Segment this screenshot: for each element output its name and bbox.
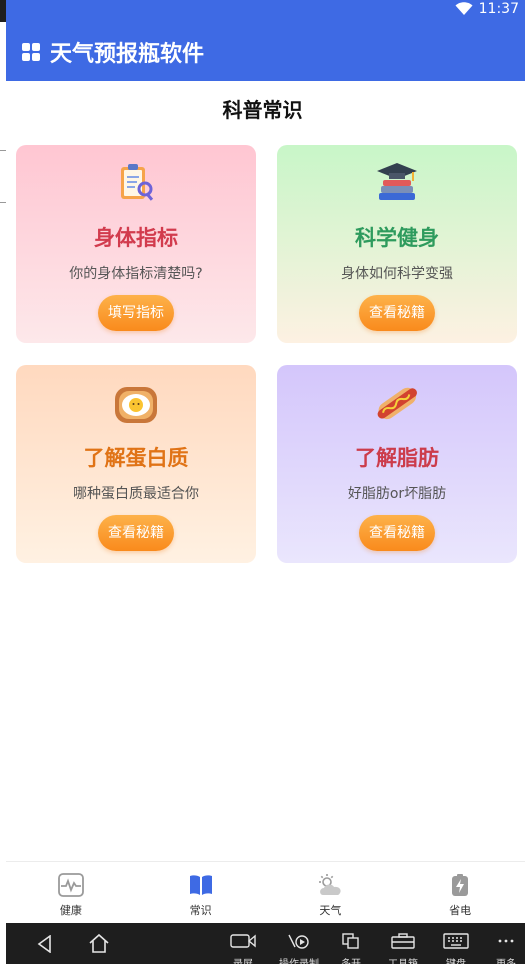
tool-label: 操作录制 bbox=[279, 955, 319, 964]
tab-power-saving[interactable]: 省电 bbox=[395, 862, 525, 923]
tool-label: 工具箱 bbox=[383, 955, 423, 964]
app-screen: 11:37 天气预报瓶软件 科普常识 身体指标 你的身体指标清楚吗? 填写指标 … bbox=[0, 0, 525, 964]
toolbox-icon bbox=[391, 933, 415, 949]
tab-label: 省电 bbox=[449, 904, 472, 917]
system-navigation-bar: 录屏 操作录制 多开 工具箱 键盘 更多 bbox=[6, 923, 525, 964]
status-time: 11:37 bbox=[478, 1, 519, 17]
tab-health[interactable]: 健康 bbox=[6, 862, 136, 923]
bottom-tab-bar: 健康 常识 天气 省电 bbox=[6, 861, 525, 923]
tab-label: 常识 bbox=[189, 904, 212, 917]
app-title: 天气预报瓶软件 bbox=[50, 42, 205, 67]
multi-open-tool[interactable]: 多开 bbox=[331, 933, 371, 964]
back-icon[interactable] bbox=[36, 934, 54, 957]
weather-icon bbox=[317, 872, 343, 898]
battery-icon bbox=[447, 872, 473, 898]
view-guide-button[interactable]: 查看秘籍 bbox=[98, 515, 174, 551]
card-title: 了解脂肪 bbox=[355, 446, 439, 470]
tab-label: 健康 bbox=[59, 904, 82, 917]
card-fitness[interactable]: 科学健身 身体如何科学变强 查看秘籍 bbox=[277, 145, 517, 343]
card-protein[interactable]: 了解蛋白质 哪种蛋白质最适合你 查看秘籍 bbox=[16, 365, 256, 563]
card-subtitle: 好脂肪or坏脂肪 bbox=[347, 486, 447, 502]
status-bar: 11:37 bbox=[455, 0, 519, 18]
background-divider bbox=[0, 202, 6, 203]
card-fat[interactable]: 了解脂肪 好脂肪or坏脂肪 查看秘籍 bbox=[277, 365, 517, 563]
view-guide-button[interactable]: 查看秘籍 bbox=[359, 515, 435, 551]
books-graduation-cap-icon bbox=[277, 159, 517, 207]
record-icon bbox=[288, 934, 309, 949]
section-title: 科普常识 bbox=[222, 98, 303, 122]
more-icon bbox=[498, 939, 514, 943]
background-app-edge bbox=[0, 0, 6, 964]
operation-record-tool[interactable]: 操作录制 bbox=[279, 933, 319, 964]
card-title: 身体指标 bbox=[94, 226, 178, 250]
tool-label: 多开 bbox=[331, 955, 371, 964]
hotdog-icon bbox=[277, 379, 517, 427]
egg-toast-icon bbox=[16, 379, 256, 427]
card-subtitle: 你的身体指标清楚吗? bbox=[69, 266, 203, 282]
tab-weather[interactable]: 天气 bbox=[266, 862, 396, 923]
health-monitor-icon bbox=[57, 872, 84, 898]
tool-label: 键盘 bbox=[436, 955, 476, 964]
app-title-row: 天气预报瓶软件 bbox=[22, 36, 204, 68]
home-icon[interactable] bbox=[88, 933, 110, 957]
screen-record-tool[interactable]: 录屏 bbox=[223, 933, 263, 964]
tab-label: 天气 bbox=[319, 904, 342, 917]
camera-icon bbox=[230, 934, 256, 948]
toolbox-tool[interactable]: 工具箱 bbox=[383, 933, 423, 964]
clipboard-icon bbox=[16, 159, 256, 207]
app-header: 11:37 天气预报瓶软件 bbox=[6, 0, 525, 81]
multi-window-icon bbox=[342, 933, 359, 949]
fill-metrics-button[interactable]: 填写指标 bbox=[98, 295, 174, 331]
tool-label: 更多 bbox=[486, 955, 525, 964]
card-title: 科学健身 bbox=[355, 226, 439, 250]
tool-label: 录屏 bbox=[223, 955, 263, 964]
menu-grid-icon[interactable] bbox=[22, 43, 40, 61]
keyboard-icon bbox=[443, 933, 469, 949]
card-title: 了解蛋白质 bbox=[83, 446, 189, 470]
more-tool[interactable]: 更多 bbox=[486, 933, 525, 964]
card-body-metrics[interactable]: 身体指标 你的身体指标清楚吗? 填写指标 bbox=[16, 145, 256, 343]
background-divider bbox=[0, 150, 6, 151]
card-subtitle: 哪种蛋白质最适合你 bbox=[73, 486, 199, 502]
keyboard-tool[interactable]: 键盘 bbox=[436, 933, 476, 964]
wifi-icon bbox=[455, 2, 473, 16]
card-subtitle: 身体如何科学变强 bbox=[341, 266, 453, 282]
tab-knowledge[interactable]: 常识 bbox=[136, 862, 266, 923]
view-guide-button[interactable]: 查看秘籍 bbox=[359, 295, 435, 331]
book-icon bbox=[188, 872, 214, 898]
